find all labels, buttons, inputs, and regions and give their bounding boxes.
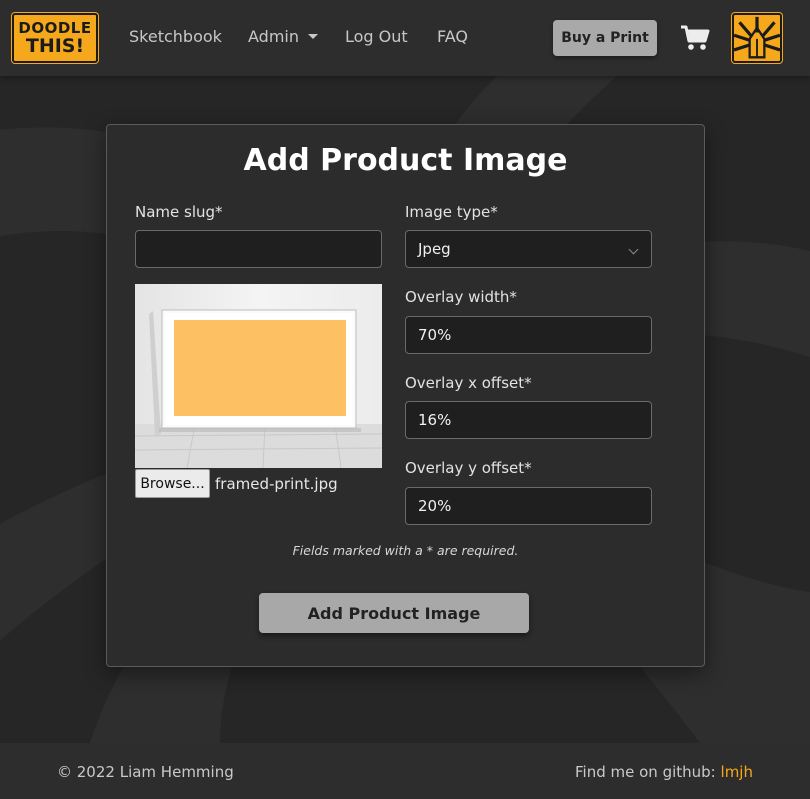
name-slug-label: Name slug* xyxy=(135,203,223,221)
github-user-link[interactable]: lmjh xyxy=(721,763,753,781)
shopping-cart-icon[interactable] xyxy=(680,24,710,52)
nav-admin-dropdown[interactable]: Admin xyxy=(248,27,318,46)
caret-down-icon xyxy=(308,34,318,39)
site-footer: © 2022 Liam Hemming Find me on github: l… xyxy=(0,743,810,799)
github-prefix: Find me on github: xyxy=(575,763,716,781)
chevron-down-icon xyxy=(628,244,639,255)
nav-sketchbook-link[interactable]: Sketchbook xyxy=(129,27,222,46)
top-navbar: DOODLE THIS! Sketchbook Admin Log Out FA… xyxy=(0,0,810,76)
overlay-y-offset-label: Overlay y offset* xyxy=(405,459,532,477)
image-type-value: Jpeg xyxy=(418,240,451,258)
github-credit: Find me on github: lmjh xyxy=(575,763,753,781)
required-fields-note: Fields marked with a * are required. xyxy=(292,543,519,558)
overlay-x-offset-input[interactable]: 16% xyxy=(405,401,652,439)
overlay-y-offset-input[interactable]: 20% xyxy=(405,487,652,525)
product-image-preview xyxy=(135,284,382,468)
browse-file-button[interactable]: Browse... xyxy=(135,469,210,498)
logo-line-2: THIS! xyxy=(25,34,85,57)
overlay-x-offset-label: Overlay x offset* xyxy=(405,374,532,392)
image-type-select[interactable]: Jpeg xyxy=(405,230,652,268)
form-title: Add Product Image xyxy=(243,143,568,178)
selected-file-name: framed-print.jpg xyxy=(215,475,338,493)
nav-admin-label: Admin xyxy=(248,27,299,46)
add-product-image-form: Add Product Image Name slug* Image type*… xyxy=(106,124,705,667)
overlay-width-label: Overlay width* xyxy=(405,288,517,306)
name-slug-input[interactable] xyxy=(135,230,382,268)
nav-logout-link[interactable]: Log Out xyxy=(345,27,408,46)
pencil-sunburst-icon[interactable] xyxy=(732,13,782,63)
add-product-image-button[interactable]: Add Product Image xyxy=(259,593,529,633)
overlay-width-input[interactable]: 70% xyxy=(405,316,652,354)
nav-faq-link[interactable]: FAQ xyxy=(437,27,468,46)
copyright-text: © 2022 Liam Hemming xyxy=(57,763,234,781)
site-logo[interactable]: DOODLE THIS! xyxy=(12,13,98,63)
image-type-label: Image type* xyxy=(405,203,498,221)
buy-print-button[interactable]: Buy a Print xyxy=(553,20,657,56)
logo-line-1: DOODLE xyxy=(18,18,92,37)
